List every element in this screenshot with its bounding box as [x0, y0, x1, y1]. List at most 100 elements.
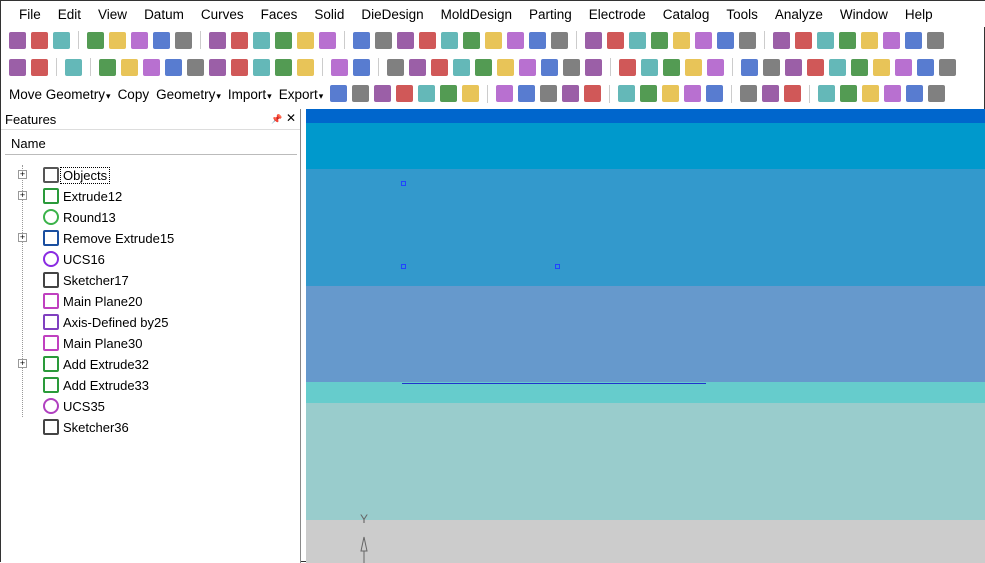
close-icon[interactable]: ✕	[286, 111, 296, 125]
feature-item[interactable]: Round13	[1, 207, 301, 227]
toolbar-tool-icon[interactable]	[131, 31, 148, 49]
toolbar-tool-icon[interactable]	[9, 58, 26, 76]
toolbar-tool-icon[interactable]	[475, 58, 492, 76]
toolbar-tool-icon[interactable]	[884, 85, 902, 102]
feature-item[interactable]: + Remove Extrude15	[1, 228, 301, 248]
expand-icon[interactable]: +	[18, 233, 27, 242]
menu-faces[interactable]: Faces	[261, 7, 298, 22]
menu-catalog[interactable]: Catalog	[663, 7, 710, 22]
feature-item[interactable]: + Objects	[1, 165, 301, 185]
toolbar-tool-icon[interactable]	[496, 85, 514, 102]
toolbar-tool-icon[interactable]	[762, 85, 780, 102]
menu-tools[interactable]: Tools	[726, 7, 758, 22]
feature-item[interactable]: UCS35	[1, 396, 301, 416]
toolbar-tool-icon[interactable]	[109, 31, 126, 49]
copy-button[interactable]: Copy	[118, 87, 150, 102]
toolbar-tool-icon[interactable]	[352, 85, 370, 102]
toolbar-tool-icon[interactable]	[706, 85, 724, 102]
toolbar-tool-icon[interactable]	[717, 31, 734, 49]
menu-analyze[interactable]: Analyze	[775, 7, 823, 22]
toolbar-tool-icon[interactable]	[153, 31, 170, 49]
menu-diedesign[interactable]: DieDesign	[361, 7, 423, 22]
geometry-menu[interactable]: Geometry	[156, 87, 221, 102]
toolbar-tool-icon[interactable]	[165, 58, 182, 76]
feature-item[interactable]: UCS16	[1, 249, 301, 269]
feature-item[interactable]: + Add Extrude32	[1, 354, 301, 374]
toolbar-tool-icon[interactable]	[485, 31, 502, 49]
toolbar-tool-icon[interactable]	[673, 31, 690, 49]
toolbar-tool-icon[interactable]	[585, 58, 602, 76]
menu-view[interactable]: View	[98, 7, 127, 22]
toolbar-tool-icon[interactable]	[873, 58, 890, 76]
toolbar-tool-icon[interactable]	[862, 85, 880, 102]
toolbar-tool-icon[interactable]	[418, 85, 436, 102]
toolbar-tool-icon[interactable]	[253, 58, 270, 76]
toolbar-tool-icon[interactable]	[519, 58, 536, 76]
toolbar-tool-icon[interactable]	[396, 85, 414, 102]
toolbar-tool-icon[interactable]	[518, 85, 536, 102]
toolbar-tool-icon[interactable]	[330, 85, 348, 102]
toolbar-tool-icon[interactable]	[807, 58, 824, 76]
toolbar-tool-icon[interactable]	[651, 31, 668, 49]
feature-item[interactable]: Sketcher36	[1, 417, 301, 437]
toolbar-tool-icon[interactable]	[409, 58, 426, 76]
expand-icon[interactable]: +	[18, 359, 27, 368]
toolbar-tool-icon[interactable]	[905, 31, 922, 49]
feature-item[interactable]: Add Extrude33	[1, 375, 301, 395]
toolbar-tool-icon[interactable]	[507, 31, 524, 49]
toolbar-tool-icon[interactable]	[375, 31, 392, 49]
toolbar-tool-icon[interactable]	[773, 31, 790, 49]
toolbar-tool-icon[interactable]	[209, 58, 226, 76]
toolbar-tool-icon[interactable]	[529, 31, 546, 49]
toolbar-tool-icon[interactable]	[65, 58, 82, 76]
toolbar-tool-icon[interactable]	[562, 85, 580, 102]
toolbar-tool-icon[interactable]	[231, 58, 248, 76]
toolbar-tool-icon[interactable]	[441, 31, 458, 49]
toolbar-tool-icon[interactable]	[817, 31, 834, 49]
toolbar-tool-icon[interactable]	[99, 58, 116, 76]
menu-file[interactable]: File	[19, 7, 41, 22]
toolbar-tool-icon[interactable]	[253, 31, 270, 49]
toolbar-tool-icon[interactable]	[397, 31, 414, 49]
toolbar-tool-icon[interactable]	[695, 31, 712, 49]
toolbar-tool-icon[interactable]	[607, 31, 624, 49]
toolbar-tool-icon[interactable]	[906, 85, 924, 102]
toolbar-tool-icon[interactable]	[939, 58, 956, 76]
toolbar-tool-icon[interactable]	[143, 58, 160, 76]
toolbar-tool-icon[interactable]	[297, 58, 314, 76]
feature-item[interactable]: Main Plane20	[1, 291, 301, 311]
toolbar-tool-icon[interactable]	[551, 31, 568, 49]
toolbar-tool-icon[interactable]	[374, 85, 392, 102]
toolbar-tool-icon[interactable]	[353, 58, 370, 76]
menu-solid[interactable]: Solid	[314, 7, 344, 22]
toolbar-tool-icon[interactable]	[31, 31, 48, 49]
toolbar-tool-icon[interactable]	[497, 58, 514, 76]
toolbar-tool-icon[interactable]	[818, 85, 836, 102]
toolbar-tool-icon[interactable]	[839, 31, 856, 49]
toolbar-tool-icon[interactable]	[463, 31, 480, 49]
toolbar-tool-icon[interactable]	[353, 31, 370, 49]
toolbar-tool-icon[interactable]	[619, 58, 636, 76]
sketch-point[interactable]	[401, 181, 406, 186]
feature-item[interactable]: Axis-Defined by25	[1, 312, 301, 332]
pin-icon[interactable]: 📌	[271, 114, 282, 124]
expand-icon[interactable]: +	[18, 191, 27, 200]
toolbar-tool-icon[interactable]	[618, 85, 636, 102]
toolbar-tool-icon[interactable]	[685, 58, 702, 76]
menu-molddesign[interactable]: MoldDesign	[441, 7, 512, 22]
toolbar-tool-icon[interactable]	[629, 31, 646, 49]
toolbar-tool-icon[interactable]	[121, 58, 138, 76]
toolbar-tool-icon[interactable]	[563, 58, 580, 76]
move-geometry-menu[interactable]: Move Geometry	[9, 87, 111, 102]
toolbar-tool-icon[interactable]	[187, 58, 204, 76]
column-header-name[interactable]: Name	[5, 136, 297, 155]
toolbar-tool-icon[interactable]	[784, 85, 802, 102]
toolbar-tool-icon[interactable]	[739, 31, 756, 49]
toolbar-tool-icon[interactable]	[275, 58, 292, 76]
toolbar-tool-icon[interactable]	[707, 58, 724, 76]
toolbar-tool-icon[interactable]	[640, 85, 658, 102]
toolbar-tool-icon[interactable]	[319, 31, 336, 49]
toolbar-tool-icon[interactable]	[9, 31, 26, 49]
toolbar-tool-icon[interactable]	[387, 58, 404, 76]
toolbar-tool-icon[interactable]	[861, 31, 878, 49]
